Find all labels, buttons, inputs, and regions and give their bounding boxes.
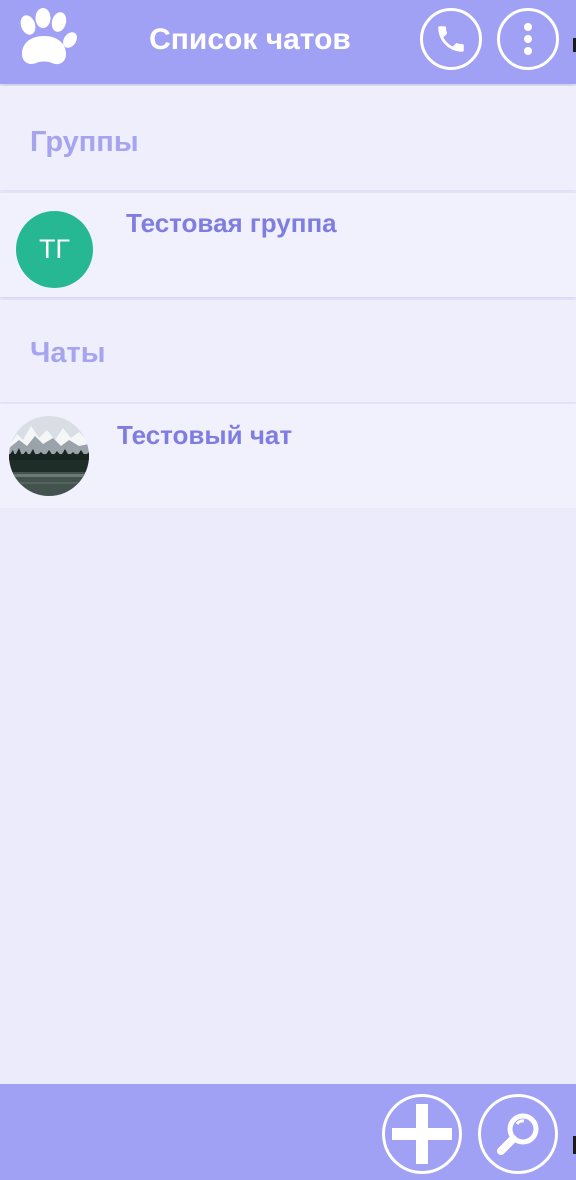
- group-list-item[interactable]: ТГ Тестовая группа: [0, 193, 576, 297]
- group-name: Тестовая группа: [126, 208, 337, 238]
- more-options-button[interactable]: [497, 8, 559, 70]
- top-app-bar: Список чатов: [0, 0, 576, 84]
- chats-section-header: Чаты: [0, 300, 576, 402]
- more-vertical-icon: [524, 23, 532, 55]
- groups-section-header: Группы: [0, 86, 576, 190]
- search-icon: [497, 1113, 539, 1155]
- paw-icon[interactable]: [14, 8, 78, 70]
- chat-list-item[interactable]: Тестовый чат: [0, 404, 576, 508]
- chat-avatar: [9, 416, 89, 496]
- add-button[interactable]: [382, 1094, 462, 1174]
- call-button[interactable]: [420, 8, 482, 70]
- chat-name: Тестовый чат: [117, 420, 293, 450]
- page-title: Список чатов: [149, 23, 351, 56]
- groups-section-title: Группы: [30, 126, 139, 158]
- group-avatar: ТГ: [16, 211, 93, 288]
- search-button[interactable]: [478, 1094, 558, 1174]
- chats-section-title: Чаты: [30, 337, 106, 369]
- plus-icon: [392, 1104, 452, 1164]
- mountain-lake-photo: [9, 416, 89, 496]
- phone-icon: [438, 26, 464, 52]
- bottom-action-bar: [0, 1084, 576, 1180]
- chat-list-screen: Список чатов Группы ТГ Тестовая группа Ч…: [0, 0, 576, 1180]
